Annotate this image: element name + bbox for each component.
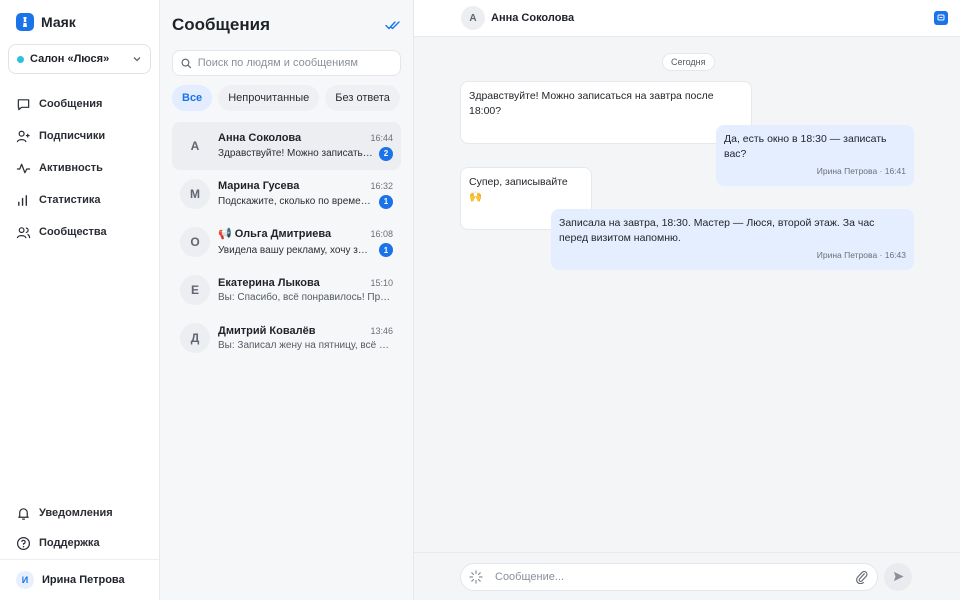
conversation-list-panel: Сообщения Все Непрочитанные Без ответа А… [160,0,414,600]
search-icon [181,58,192,68]
message-outgoing: Да, есть окно в 18:30 — записать вас? Ир… [716,125,914,186]
dialog-row[interactable]: Д Дмитрий Ковалёв 13:46 Вы: Записал жену … [172,314,401,362]
dialog-row[interactable]: М Марина Гусева 16:32 Подскажите, сколько… [172,170,401,218]
message-area: Сегодня Здравствуйте! Можно записаться н… [414,37,960,552]
nav-item-messages[interactable]: Сообщения [0,88,159,120]
filter-all[interactable]: Все [172,85,213,111]
composer [414,552,960,600]
nav-item-notifications[interactable]: Уведомления [0,498,159,528]
search-input[interactable] [197,57,392,69]
avatar: Д [180,323,210,353]
message-meta: Ирина Петрова · 16:41 [816,166,906,176]
date-separator: Сегодня [662,53,715,71]
dialog-row[interactable]: Е Екатерина Лыкова 15:10 Вы: Спасибо, всё… [172,266,401,314]
unread-badge: 1 [379,243,393,257]
dialog-name: 📢 Ольга Дмитриева [218,228,332,240]
chat-panel: А Анна Соколова Сегодня Здравствуйте! Мо… [414,0,960,600]
nav-label: Статистика [39,194,101,206]
dialog-preview: Увидела вашу рекламу, хочу записаться [218,244,373,256]
users-icon [16,226,31,238]
bell-icon [18,507,29,520]
brand[interactable]: Маяк [0,0,159,44]
help-icon [16,536,31,550]
nav-item-communities[interactable]: Сообщества [0,216,159,248]
unread-badge: 1 [379,194,393,209]
message-outgoing: Записала на завтра, 18:30. Мастер — Люся… [551,209,914,270]
dialog-time: 13:46 [370,326,393,336]
dialog-preview: Вы: Спасибо, всё понравилось! Придём ещё [218,292,393,303]
dialog-row[interactable]: О 📢 Ольга Дмитриева 16:08 Увидела вашу ре… [172,218,401,266]
dialog-preview: Здравствуйте! Можно записаться на завтра… [218,148,373,159]
loading-spinner-icon [469,569,483,584]
nav-item-subscribers[interactable]: Подписчики [0,120,159,152]
main-nav: Сообщения Подписчики Активность Статисти… [0,88,159,248]
dialog-name: Марина Гусева [218,179,300,192]
filter-unread[interactable]: Непрочитанные [218,85,320,111]
dialog-preview: Подскажите, сколько по времени занимает … [218,196,373,207]
message-incoming: Здравствуйте! Можно записаться на завтра… [460,81,752,144]
send-icon [893,571,904,582]
brand-name: Маяк [41,14,76,30]
attach-icon[interactable] [854,569,869,584]
page-title: Сообщения [172,15,270,34]
message-text: Записала на завтра, 18:30. Мастер — Люся… [559,217,875,244]
nav-label: Поддержка [39,537,100,549]
org-name: Салон «Люся» [30,53,110,65]
chat-header: А Анна Соколова [414,0,960,37]
message-text: Здравствуйте! Можно записаться на завтра… [469,90,714,117]
nav-label: Подписчики [39,130,106,142]
chat-bubble-icon [17,98,30,110]
user-name: Ирина Петрова [42,574,125,586]
send-button[interactable] [884,562,912,591]
add-user-icon [16,130,30,142]
bar-chart-icon [18,194,28,206]
message-text: Да, есть окно в 18:30 — записать вас? [724,133,887,160]
avatar: А [180,131,210,161]
dialog-preview: Вы: Записал жену на пятницу, всё подтвер… [218,340,393,351]
avatar: А [461,6,485,30]
nav-label: Сообщения [39,98,103,110]
contact-name[interactable]: Анна Соколова [491,12,934,24]
dialog-time: 16:32 [370,180,393,191]
nav-label: Сообщества [39,226,107,238]
nav-label: Уведомления [39,507,113,519]
dialog-time: 16:44 [370,132,393,143]
message-meta: 16:40 [469,121,743,136]
unread-badge: 2 [379,146,393,161]
current-user[interactable]: И Ирина Петрова [0,559,159,600]
nav-item-activity[interactable]: Активность [0,152,159,184]
nav-item-statistics[interactable]: Статистика [0,184,159,216]
dialog-time: 16:08 [370,228,393,239]
bottom-nav: Уведомления Поддержка [0,498,159,558]
avatar: О [180,227,210,257]
dialog-row[interactable]: А Анна Соколова 16:44 Здравствуйте! Можно… [172,122,401,170]
nav-item-support[interactable]: Поддержка [0,528,159,558]
org-status-dot [17,55,24,63]
avatar: Е [180,275,210,305]
dialog-name: Екатерина Лыкова [218,277,320,289]
activity-icon [16,163,31,173]
filter-tabs: Все Непрочитанные Без ответа [160,85,413,111]
mark-all-read-icon[interactable] [385,19,401,31]
message-text: Супер, записывайте 🙌 [469,176,568,203]
lighthouse-logo-icon [16,13,34,31]
dialog-time: 15:10 [370,278,393,288]
dialog-name: Дмитрий Ковалёв [218,325,316,337]
message-meta: Ирина Петрова · 16:43 [816,250,906,260]
message-input[interactable] [495,570,854,583]
conversation-header: Сообщения [160,0,413,50]
open-profile-icon[interactable] [934,11,948,25]
search-box [172,50,401,76]
nav-label: Активность [39,162,103,174]
chevron-down-icon [133,57,141,62]
dialog-name: Анна Соколова [218,131,302,144]
avatar: М [180,179,210,209]
sidebar: Маяк Салон «Люся» Сообщения Подписчики А… [0,0,160,600]
avatar: И [16,571,34,589]
org-switcher[interactable]: Салон «Люся» [8,44,151,74]
dialog-list: А Анна Соколова 16:44 Здравствуйте! Можно… [160,122,413,362]
filter-unanswered[interactable]: Без ответа [325,85,400,111]
message-box [460,562,878,591]
